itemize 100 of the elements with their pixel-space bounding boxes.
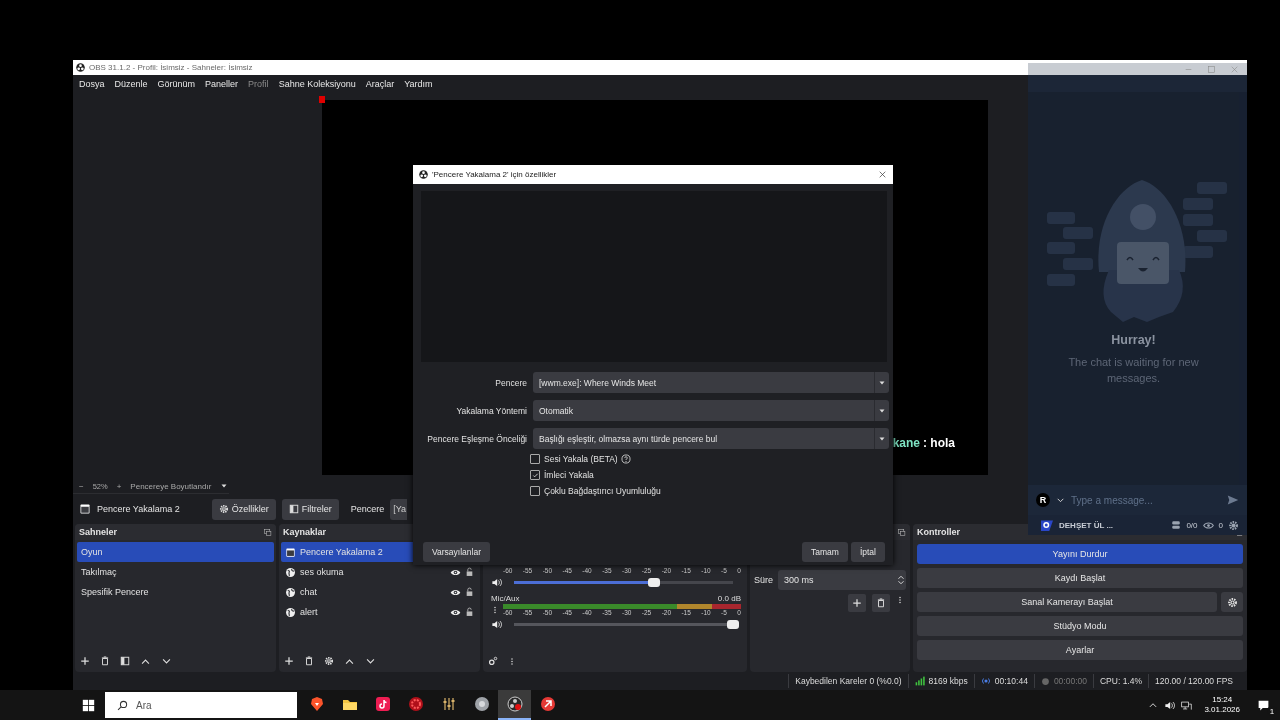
checkbox[interactable]: İmleci Yakala — [530, 470, 594, 480]
checkbox[interactable]: Çoklu Bağdaştırıcı Uyumluluğu — [530, 486, 661, 496]
volume-thumb[interactable] — [648, 577, 661, 587]
delete-icon[interactable] — [304, 656, 314, 666]
lion-app-icon[interactable] — [308, 696, 325, 712]
close-button[interactable] — [878, 170, 887, 179]
dropdown-field[interactable]: Başlığı eşleştir, olmazsa aynı türde pencere bul — [533, 428, 889, 449]
globe-icon — [285, 586, 296, 598]
tray-expand-button[interactable] — [1148, 700, 1159, 710]
dots-menu-icon[interactable] — [896, 594, 904, 606]
cancel-button[interactable]: İptal — [850, 542, 885, 562]
gear-app-icon[interactable] — [407, 696, 424, 712]
duration-field[interactable]: 300 ms — [778, 570, 906, 590]
add-button[interactable] — [848, 594, 866, 612]
obs-logo-icon — [76, 63, 85, 72]
send-icon[interactable] — [1227, 494, 1239, 506]
network-icon[interactable] — [1181, 699, 1193, 711]
arrow-app-icon[interactable] — [539, 696, 556, 712]
source-item[interactable]: ses okuma — [281, 562, 478, 582]
window-label: Pencere — [350, 504, 385, 514]
lock-icon[interactable] — [465, 567, 474, 577]
record-time: 00:00:00 — [1053, 676, 1087, 686]
settings-icon[interactable] — [1228, 519, 1239, 531]
obs-app-icon[interactable] — [506, 696, 523, 712]
panel-title: Kontroller — [917, 527, 960, 537]
signal-icon — [914, 676, 925, 686]
caret-up-icon — [1148, 700, 1159, 710]
globe-icon — [285, 606, 296, 618]
scene-item[interactable]: Takılmaç — [77, 562, 274, 582]
window-select[interactable]: [Ya — [390, 498, 408, 520]
field-label: Yakalama Yöntemi — [455, 405, 527, 416]
source-name: Pencere Yakalama 2 — [97, 504, 180, 514]
menu-item[interactable]: Paneller — [200, 78, 244, 89]
filters-button[interactable]: Filtreler — [281, 498, 339, 520]
panel-title: Sahneler — [79, 527, 118, 537]
source-item[interactable]: alert — [281, 602, 478, 622]
control-button[interactable]: Yayını Durdur — [917, 544, 1243, 564]
close-icon — [1230, 64, 1239, 74]
scene-item[interactable]: Spesifik Pencere — [77, 582, 274, 602]
lock-icon[interactable] — [465, 587, 474, 597]
undock-icon[interactable] — [263, 527, 272, 537]
volume-reading: 0.0 dB — [717, 593, 741, 603]
viewer-count: 0 — [1218, 520, 1223, 530]
dots-menu-icon[interactable] — [508, 655, 516, 667]
clock[interactable]: 15:24 3.01.2026 — [1198, 694, 1246, 716]
check-icon — [531, 471, 539, 479]
control-button[interactable]: Sanal Kamerayı Başlat — [917, 592, 1217, 612]
control-button[interactable]: Kaydı Başlat — [917, 568, 1243, 588]
dots-menu-icon[interactable] — [491, 604, 499, 616]
panel-title: Kaynaklar — [283, 527, 327, 537]
zoom-in-button[interactable]: + — [116, 481, 122, 491]
message-input[interactable]: R Type a message... — [1028, 485, 1247, 515]
zoom-out-button[interactable]: − — [79, 481, 84, 491]
note-app-icon[interactable] — [374, 696, 391, 712]
search-field[interactable]: Ara — [105, 692, 297, 718]
trash-icon — [876, 598, 886, 608]
channel-name: Mic/Aux — [491, 593, 520, 603]
delete-button[interactable] — [872, 594, 890, 612]
checkbox[interactable]: Sesi Yakala (BETA) — [530, 454, 618, 464]
menu-item[interactable]: Dosya — [74, 78, 110, 89]
round-app-icon[interactable] — [473, 696, 490, 712]
add-icon[interactable] — [284, 656, 294, 666]
menu-item[interactable]: Yardım — [399, 78, 438, 89]
fps: 120.00 / 120.00 FPS — [1148, 674, 1239, 688]
volume-thumb[interactable] — [727, 619, 739, 629]
dropdown-field[interactable]: Otomatik — [533, 400, 889, 421]
add-icon[interactable] — [80, 656, 90, 666]
help-icon[interactable] — [620, 454, 631, 464]
cpu-usage: CPU: 1.4% — [1092, 674, 1148, 688]
properties-button[interactable]: Özellikler — [211, 498, 276, 520]
window-title: OBS 31.1.2 - Profil: İsimsiz - Sahneler: İsimsiz — [89, 63, 253, 72]
control-button[interactable]: Ayarlar — [917, 640, 1243, 660]
advanced-audio-icon[interactable] — [488, 656, 498, 666]
delete-icon[interactable] — [100, 656, 110, 666]
resize-handle[interactable] — [319, 96, 325, 103]
lock-icon[interactable] — [465, 607, 474, 617]
menu-item[interactable]: Görünüm — [152, 78, 201, 89]
menu-item[interactable]: Sahne Koleksiyonu — [273, 78, 361, 89]
menu-item[interactable]: Araçlar — [360, 78, 400, 89]
speaker-icon[interactable] — [491, 618, 502, 630]
defaults-button[interactable]: Varsayılanlar — [423, 542, 490, 562]
speaker-icon[interactable] — [1164, 699, 1176, 711]
caret-icon[interactable] — [220, 482, 229, 490]
stream-time: 00:10:44 — [994, 676, 1028, 686]
dropdown-field[interactable]: [wwm.exe]: Where Winds Meet — [533, 372, 889, 393]
obs-logo-icon — [419, 170, 428, 179]
speaker-icon[interactable] — [491, 576, 502, 588]
account-avatar[interactable]: R — [1036, 493, 1050, 507]
menu-item[interactable]: Düzenle — [109, 78, 153, 89]
settings-button[interactable] — [1221, 592, 1243, 612]
field-label: Pencere — [494, 377, 527, 388]
filter-icon[interactable] — [120, 656, 130, 666]
undock-icon[interactable] — [897, 527, 906, 537]
scene-item[interactable]: Oyun — [77, 542, 274, 562]
control-button[interactable]: Stüdyo Modu — [917, 616, 1243, 636]
notifications-button[interactable]: 1 — [1252, 695, 1274, 715]
source-item[interactable]: chat — [281, 582, 478, 602]
ok-button[interactable]: Tamam — [802, 542, 848, 562]
taskbar-app[interactable] — [498, 690, 531, 720]
fit-button[interactable]: Pencereye Boyutlandır — [130, 481, 212, 491]
